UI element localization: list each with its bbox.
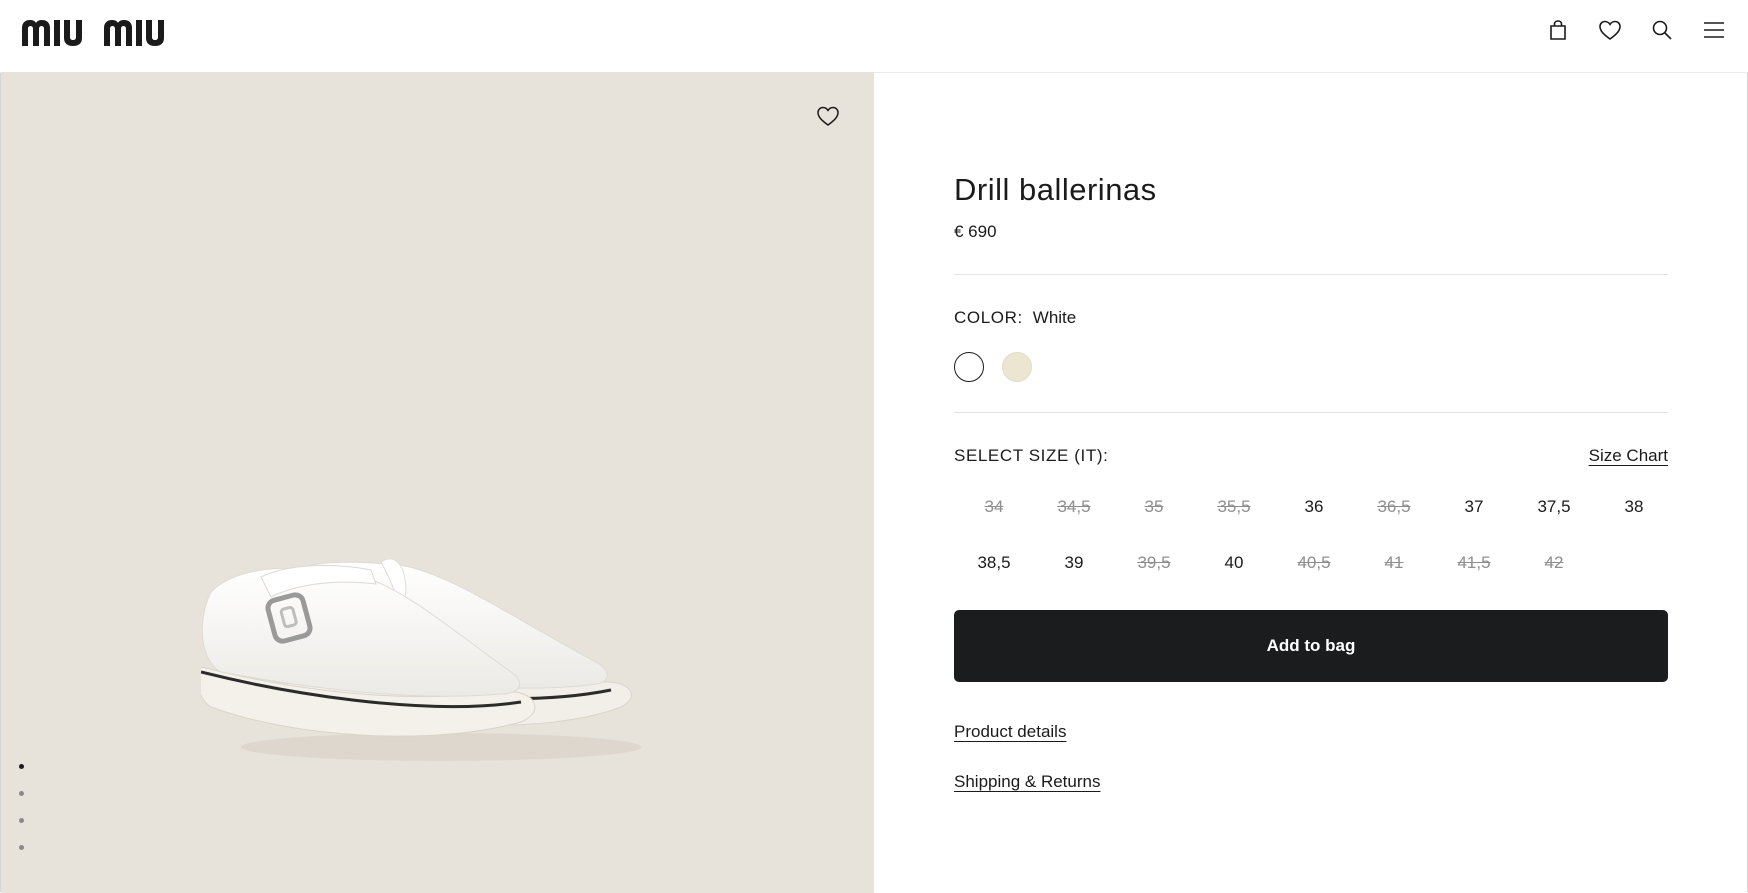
size-option: 34,5 xyxy=(1057,497,1091,516)
divider xyxy=(954,412,1668,413)
size-option[interactable]: 38 xyxy=(1594,492,1674,522)
size-option: 39,5 xyxy=(1137,553,1171,572)
image-wishlist-heart-icon[interactable] xyxy=(815,104,841,130)
color-row: COLOR: White xyxy=(954,308,1076,328)
wishlist-heart-icon[interactable] xyxy=(1598,18,1622,42)
gallery-dot-2[interactable] xyxy=(19,791,24,796)
size-option: 42 xyxy=(1544,553,1564,572)
product-gallery[interactable] xyxy=(1,72,874,893)
search-icon[interactable] xyxy=(1650,18,1674,42)
color-swatches xyxy=(954,352,1032,382)
header-actions xyxy=(1546,18,1726,42)
gallery-dot-3[interactable] xyxy=(19,818,24,823)
size-chart-link[interactable]: Size Chart xyxy=(1589,446,1668,466)
size-option[interactable]: 39 xyxy=(1034,548,1114,578)
shipping-returns-link[interactable]: Shipping & Returns xyxy=(954,772,1100,792)
size-option: 35,5 xyxy=(1217,497,1251,516)
size-option: 41,5 xyxy=(1457,553,1491,572)
brand-logo[interactable] xyxy=(22,19,188,52)
menu-icon[interactable] xyxy=(1702,18,1726,42)
size-grid: 34 34,5 35 35,5 36 36,5 37 37,5 38 38,5 39 39,5 40 40… xyxy=(954,492,1674,578)
size-label: SELECT SIZE (IT): xyxy=(954,446,1109,465)
swatch-cream[interactable] xyxy=(1002,352,1032,382)
size-option[interactable]: 40 xyxy=(1194,548,1274,578)
product-title: Drill ballerinas xyxy=(954,172,1157,207)
gallery-pagination xyxy=(19,764,24,850)
color-value: White xyxy=(1032,308,1077,327)
gallery-dot-1[interactable] xyxy=(19,764,24,769)
site-header xyxy=(0,0,1748,73)
size-option: 35 xyxy=(1144,497,1164,516)
product-image-shoe xyxy=(197,522,681,777)
size-option[interactable]: 37 xyxy=(1434,492,1514,522)
product-price: € 690 xyxy=(954,222,997,241)
product-details-link[interactable]: Product details xyxy=(954,722,1066,742)
size-option[interactable]: 38,5 xyxy=(954,548,1034,578)
size-option: 34 xyxy=(984,497,1004,516)
size-option: 40,5 xyxy=(1297,553,1331,572)
add-to-bag-button[interactable]: Add to bag xyxy=(954,610,1668,682)
size-header: SELECT SIZE (IT): Size Chart xyxy=(954,446,1668,466)
size-option[interactable]: 36 xyxy=(1274,492,1354,522)
bag-icon[interactable] xyxy=(1546,18,1570,42)
color-label: COLOR: xyxy=(954,308,1023,327)
divider xyxy=(954,274,1668,275)
gallery-dot-4[interactable] xyxy=(19,845,24,850)
swatch-white[interactable] xyxy=(954,352,984,382)
size-option[interactable]: 37,5 xyxy=(1514,492,1594,522)
size-option: 41 xyxy=(1384,553,1404,572)
size-option: 36,5 xyxy=(1377,497,1411,516)
